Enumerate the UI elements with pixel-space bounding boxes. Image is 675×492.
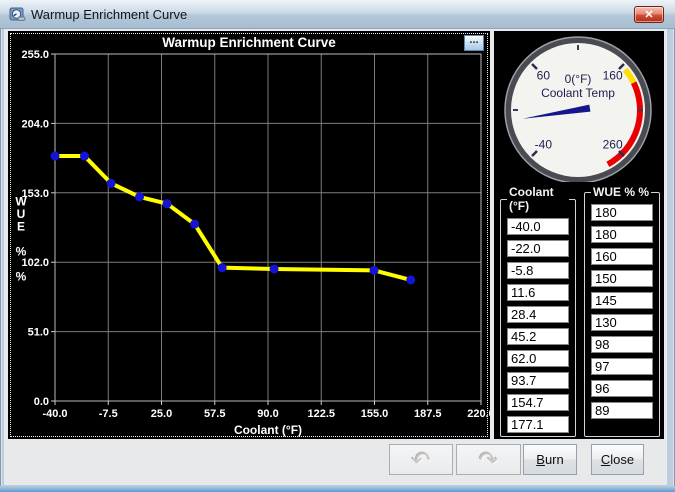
dialog-content: -40.0 -7.5 25.0 57.5 90.0 122.5 155.0 187.5 220.… [4,29,667,485]
wue-bin-field[interactable]: 98 [591,336,653,353]
gauge-tick-label: 60 [537,68,551,82]
wue-bin-field[interactable]: 145 [591,292,653,309]
x-tick-label: 90.0 [257,408,278,420]
right-panel: -40 60 160 260 0(°F)Coolant Temp Coolant (°F… [494,31,664,439]
coolant-bin-field[interactable]: 28.4 [507,306,569,323]
redo-button[interactable]: ↷ [456,444,521,475]
gauge-tick-label: 160 [603,68,623,82]
y-axis-label: E [17,220,25,234]
coolant-temp-gauge: -40 60 160 260 0(°F)Coolant Temp [494,32,664,182]
wue-bin-field[interactable]: 150 [591,270,653,287]
wue-bin-field[interactable]: 89 [591,402,653,419]
coolant-bin-field[interactable]: -22.0 [507,240,569,257]
coolant-bin-field[interactable]: 45.2 [507,328,569,345]
undo-button[interactable]: ↶ [389,444,453,475]
window-border-bottom [0,486,675,492]
coolant-bin-field[interactable]: -40.0 [507,218,569,235]
curve-point[interactable] [163,199,172,208]
gauge-tick-label: 260 [603,138,623,152]
x-tick-label: 155.0 [361,408,389,420]
window-title: Warmup Enrichment Curve [31,7,187,22]
curve-point[interactable] [370,266,379,275]
burn-button[interactable]: Burn [523,444,577,475]
redo-icon: ↷ [479,447,498,473]
curve-point[interactable] [218,263,227,272]
warmup-curve-chart-panel[interactable]: -40.0 -7.5 25.0 57.5 90.0 122.5 155.0 187.5 220.… [8,31,490,439]
x-tick-label: 187.5 [414,408,442,420]
coolant-bins-group: Coolant (°F) -40.0 -22.0 -5.8 11.6 28.4 45.2 6… [500,185,576,437]
x-tick-label: 57.5 [204,408,225,420]
gauge-tick-label: -40 [535,138,553,152]
curve-bins: Coolant (°F) -40.0 -22.0 -5.8 11.6 28.4 45.2 6… [494,185,664,437]
y-tick-label: 204.0 [21,118,49,130]
y-tick-label: 51.0 [28,327,49,339]
wue-bin-field[interactable]: 96 [591,380,653,397]
curve-point[interactable] [270,265,279,274]
x-tick-label: 25.0 [151,408,172,420]
chart-title: Warmup Enrichment Curve [162,35,336,50]
coolant-bin-field[interactable]: 154.7 [507,394,569,411]
x-axis-label: Coolant (°F) [234,423,302,437]
gauge-title: Coolant Temp [541,86,615,100]
y-tick-label: 0.0 [34,396,49,408]
warmup-curve-chart[interactable]: -40.0 -7.5 25.0 57.5 90.0 122.5 155.0 187.5 220.… [8,31,490,439]
y-tick-label: 255.0 [21,49,49,61]
undo-icon: ↶ [411,447,430,473]
y-axis-label: % [16,245,27,259]
titlebar[interactable]: Warmup Enrichment Curve ✕ [0,0,675,29]
wue-bin-field[interactable]: 180 [591,204,653,221]
x-tick-label: -7.5 [99,408,118,420]
gauge-value-label: 0(°F) [565,72,592,86]
x-tick-label: 122.5 [307,408,335,420]
y-tick-label: 102.0 [21,257,49,269]
curve-point[interactable] [51,152,60,161]
wue-bins-group: WUE % % 180 180 160 150 145 130 98 97 96 89 [584,185,660,437]
wue-bin-field[interactable]: 130 [591,314,653,331]
wue-bins-header: WUE % % [591,185,651,199]
coolant-bin-field[interactable]: 93.7 [507,372,569,389]
wue-bin-field[interactable]: 180 [591,226,653,243]
x-tick-label: -40.0 [42,408,67,420]
coolant-bins-header: Coolant (°F) [507,185,569,213]
curve-point[interactable] [80,152,89,161]
close-button[interactable]: Close [591,444,644,475]
y-axis-label: % [16,270,27,284]
coolant-bin-field[interactable]: 177.1 [507,416,569,433]
curve-point[interactable] [406,275,415,284]
coolant-bin-field[interactable]: 11.6 [507,284,569,301]
curve-point[interactable] [107,179,116,188]
close-window-button[interactable]: ✕ [634,6,664,23]
window-icon [9,6,26,23]
curve-point[interactable] [190,220,199,229]
coolant-bin-field[interactable]: 62.0 [507,350,569,367]
coolant-bin-field[interactable]: -5.8 [507,262,569,279]
x-tick-label: 220.0 [467,408,490,420]
warmup-enrichment-dialog: Warmup Enrichment Curve ✕ -40.0 -7.5 25.0 5… [0,0,675,492]
curve-point[interactable] [135,192,144,201]
wue-bin-field[interactable]: 160 [591,248,653,265]
wue-bin-field[interactable]: 97 [591,358,653,375]
chart-options-button[interactable]: ... [464,35,484,51]
